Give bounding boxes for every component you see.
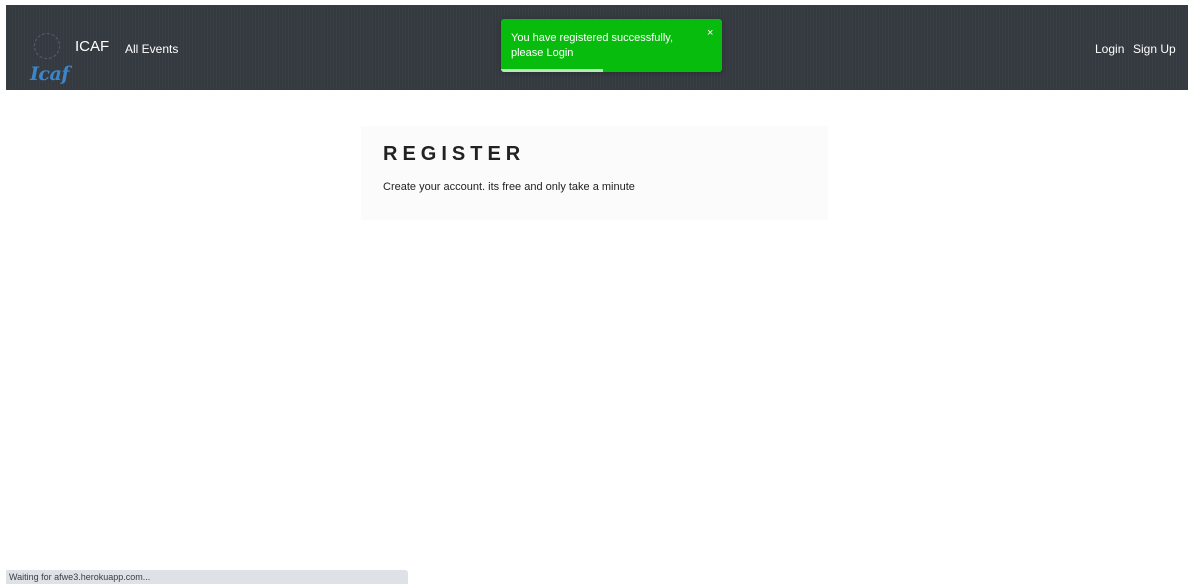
logo[interactable]: Icaf [24,33,69,91]
nav-link-all-events[interactable]: All Events [125,42,178,56]
page-title: REGISTER [383,143,526,165]
register-card: REGISTER Create your account. its free a… [361,126,828,220]
brand-name[interactable]: ICAF [75,38,109,55]
toast-progress-bar [501,69,603,72]
page: Icaf ICAF All Events Login Sign Up You h… [0,0,1194,584]
logo-emblem-icon [34,33,60,59]
browser-status-bar: Waiting for afwe3.herokuapp.com... [6,570,408,584]
success-toast[interactable]: You have registered successfully, please… [501,19,722,72]
register-subtitle: Create your account. its free and only t… [383,181,635,193]
nav-link-sign-up[interactable]: Sign Up [1133,42,1176,56]
toast-message: You have registered successfully, please… [511,32,674,59]
status-text: Waiting for afwe3.herokuapp.com... [9,572,151,582]
logo-text: Icaf [30,63,69,85]
close-icon[interactable]: × [707,27,713,39]
nav-link-login[interactable]: Login [1095,42,1124,56]
